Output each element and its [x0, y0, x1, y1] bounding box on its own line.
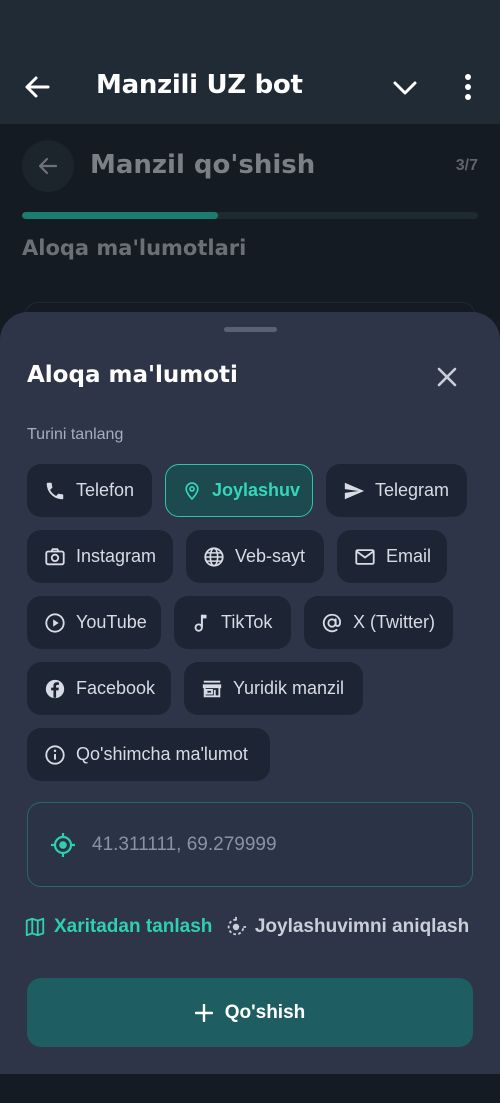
- add-button[interactable]: Qo'shish: [27, 978, 473, 1047]
- storefront-icon: [202, 680, 222, 697]
- chip-label: Instagram: [76, 546, 157, 566]
- chip-label: Joylashuv: [212, 480, 301, 500]
- chip-facebook[interactable]: Facebook: [27, 662, 171, 715]
- coordinates-value: 41.311111, 69.279999: [92, 834, 277, 855]
- section-title: Aloqa ma'lumotlari: [22, 236, 247, 260]
- plus-icon: [194, 1003, 213, 1022]
- sheet-drag-handle[interactable]: [224, 327, 277, 332]
- chip-x-twitter[interactable]: X (Twitter): [304, 596, 453, 649]
- progress-fill: [22, 212, 219, 219]
- coordinates-input[interactable]: 41.311111, 69.279999: [27, 802, 473, 887]
- chevron-down-icon[interactable]: [390, 74, 420, 102]
- app-header: Manzili UZ bot: [0, 0, 500, 124]
- play-circle-icon: [45, 612, 65, 633]
- contact-sheet: Aloqa ma'lumoti Turini tanlang Telefon J…: [0, 312, 500, 1074]
- chip-label: Facebook: [76, 678, 156, 698]
- map-icon: [25, 917, 45, 937]
- location-pin-icon: [185, 481, 199, 500]
- chip-label: Yuridik manzil: [233, 678, 345, 698]
- webapp-back-button[interactable]: [22, 140, 74, 192]
- my-location-icon: [227, 916, 246, 936]
- chip-joylashuv[interactable]: Joylashuv: [165, 464, 313, 517]
- chip-yuridik-manzil[interactable]: Yuridik manzil: [184, 662, 363, 715]
- chip-instagram[interactable]: Instagram: [27, 530, 173, 583]
- chip-telefon[interactable]: Telefon: [27, 464, 152, 517]
- sheet-title: Aloqa ma'lumoti: [27, 362, 238, 388]
- music-note-icon: [194, 614, 207, 632]
- chip-label: TikTok: [221, 612, 273, 632]
- page-title: Manzil qo'shish: [90, 150, 316, 180]
- type-chips: Telefon Joylashuv Telegram Instagram Veb…: [27, 464, 477, 794]
- globe-icon: [204, 546, 224, 567]
- arrow-left-icon[interactable]: [22, 72, 52, 102]
- arrow-left-icon: [38, 157, 58, 175]
- chip-youtube[interactable]: YouTube: [27, 596, 161, 649]
- info-icon: [45, 744, 65, 765]
- chip-label: Qo'shimcha ma'lumot: [76, 744, 248, 764]
- chip-qoshimcha-malumot[interactable]: Qo'shimcha ma'lumot: [27, 728, 270, 781]
- chip-email[interactable]: Email: [337, 530, 447, 583]
- progress-bar: [22, 212, 478, 219]
- facebook-icon: [45, 679, 65, 698]
- bot-title: Manzili UZ bot: [96, 70, 303, 100]
- phone-icon: [46, 482, 64, 499]
- more-vertical-icon[interactable]: [456, 72, 480, 102]
- chip-label: Telefon: [76, 480, 135, 500]
- add-button-label: Qo'shish: [224, 1001, 306, 1023]
- chip-label: Telegram: [375, 480, 450, 500]
- step-counter: 3/7: [455, 157, 478, 174]
- chip-veb-sayt[interactable]: Veb-sayt: [186, 530, 324, 583]
- detect-location-label: Joylashuvimni aniqlash: [254, 916, 470, 937]
- send-icon: [344, 482, 365, 499]
- type-label: Turini tanlang: [27, 426, 124, 443]
- pick-on-map-button[interactable]: Xaritadan tanlash: [24, 916, 212, 938]
- pick-on-map-label: Xaritadan tanlash: [54, 916, 213, 937]
- chip-label: X (Twitter): [353, 612, 436, 632]
- chip-label: Veb-sayt: [235, 546, 306, 566]
- detect-location-button[interactable]: Joylashuvimni aniqlash: [225, 916, 469, 938]
- location-actions: Xaritadan tanlash Joylashuvimni aniqlash: [24, 916, 474, 946]
- chip-label: YouTube: [76, 612, 147, 632]
- gps-target-icon: [51, 833, 75, 857]
- close-icon[interactable]: [432, 362, 462, 392]
- chip-label: Email: [386, 546, 432, 566]
- chip-tiktok[interactable]: TikTok: [174, 596, 291, 649]
- mail-icon: [355, 548, 375, 565]
- at-sign-icon: [322, 613, 341, 632]
- chip-telegram[interactable]: Telegram: [326, 464, 467, 517]
- bottom-strip: [0, 1074, 500, 1103]
- camera-icon: [45, 547, 65, 565]
